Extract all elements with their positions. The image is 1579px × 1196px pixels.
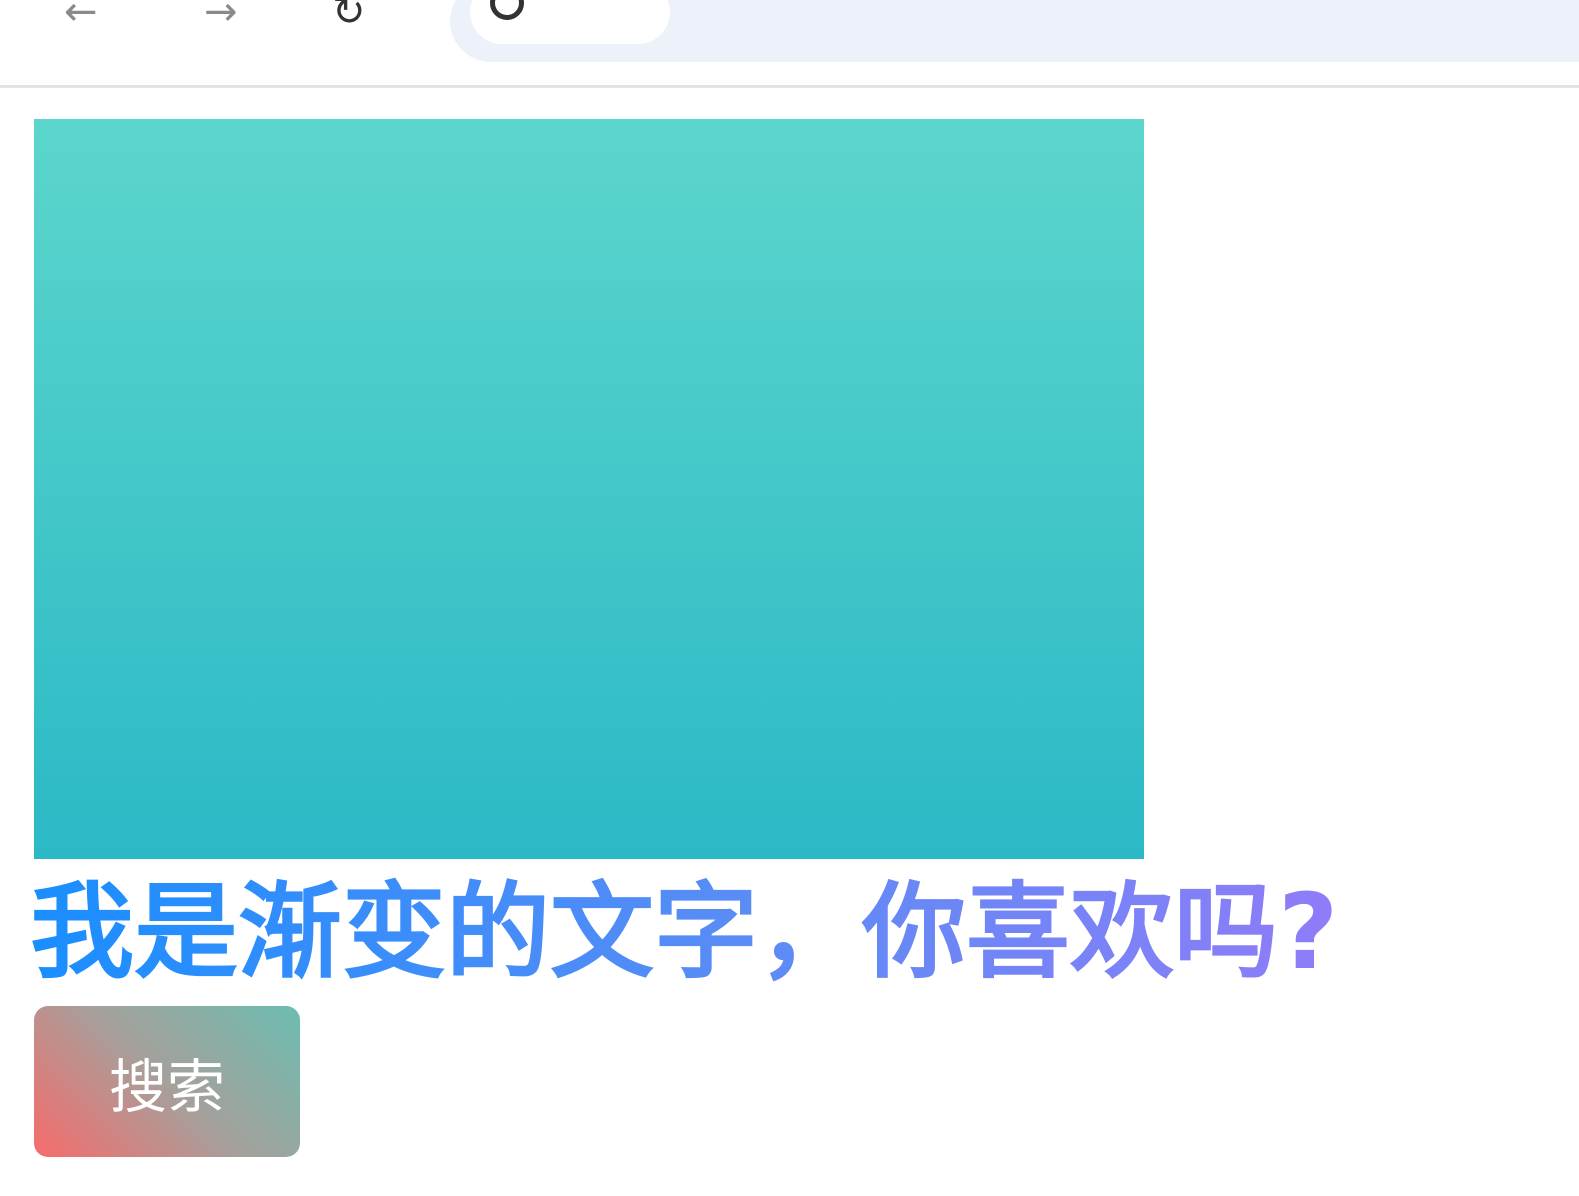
search-button[interactable]: 搜索 — [34, 1006, 300, 1157]
page-content: 我是渐变的文字，你喜欢吗? 搜索 — [0, 88, 1579, 1196]
arrow-right-icon[interactable]: → — [204, 0, 238, 32]
browser-toolbar: ← → ↻ — [0, 0, 1579, 88]
reload-icon[interactable]: ↻ — [332, 0, 366, 32]
gradient-heading: 我是渐变的文字，你喜欢吗? — [30, 868, 1338, 996]
arrow-left-icon[interactable]: ← — [64, 0, 98, 32]
gradient-box — [34, 119, 1144, 859]
